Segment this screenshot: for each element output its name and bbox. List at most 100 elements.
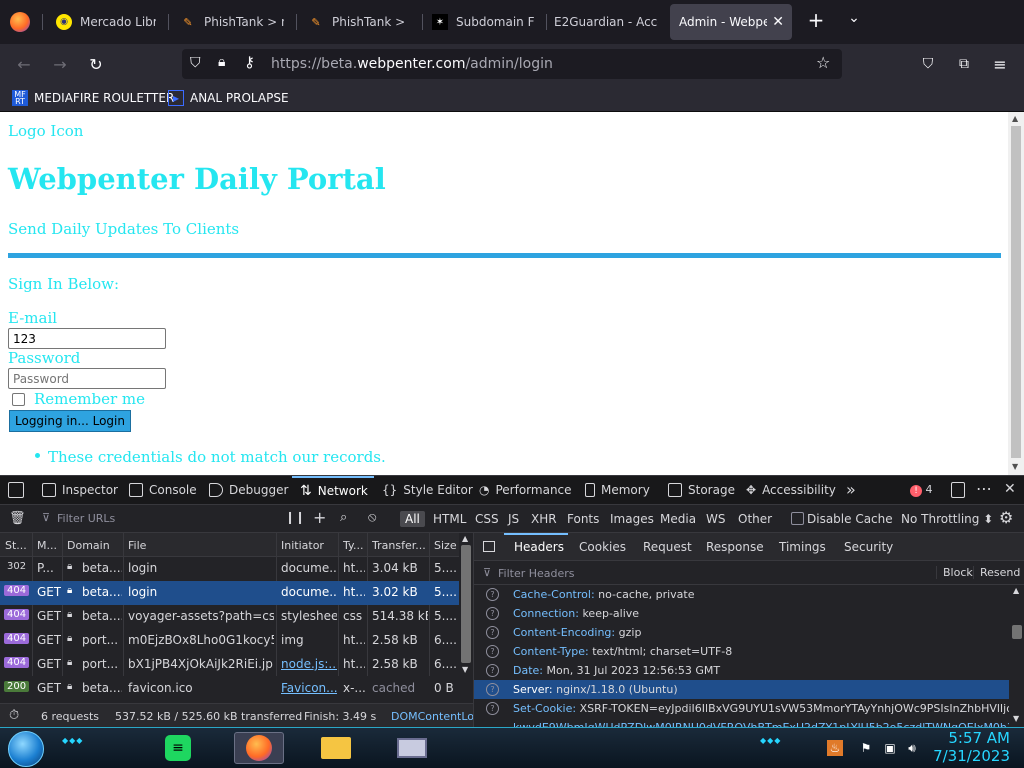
- header-row[interactable]: ? Content-Type: text/html; charset=UTF-8: [474, 642, 1009, 661]
- scroll-up-icon[interactable]: ▲: [1012, 114, 1018, 123]
- scroll-down-icon[interactable]: ▼: [1013, 714, 1019, 723]
- col-initiator[interactable]: Initiator: [281, 539, 324, 552]
- resend-button[interactable]: Resend: [973, 566, 1020, 579]
- col-size[interactable]: Size: [434, 539, 457, 552]
- help-icon[interactable]: ?: [486, 588, 499, 601]
- tab-request[interactable]: Request: [643, 540, 692, 554]
- filter-images[interactable]: Images: [605, 511, 659, 527]
- tab-console[interactable]: Console: [129, 483, 197, 497]
- filter-all[interactable]: All: [400, 511, 425, 527]
- bookmark-mediafire-rouletter[interactable]: MF RT MEDIAFIRE ROULETTER: [12, 90, 174, 106]
- java-tray-icon[interactable]: ♨: [827, 740, 843, 756]
- help-icon[interactable]: ?: [486, 664, 499, 677]
- help-icon[interactable]: ?: [486, 626, 499, 639]
- tab-security[interactable]: Security: [844, 540, 893, 554]
- help-icon[interactable]: ?: [486, 607, 499, 620]
- tab-inspector[interactable]: Inspector: [42, 483, 118, 497]
- action-center-flag-icon[interactable]: ⚑: [858, 740, 874, 756]
- tab-mercado-libre[interactable]: ◉ Mercado Libre: [46, 4, 166, 40]
- help-icon[interactable]: ?: [486, 702, 499, 715]
- tab-performance[interactable]: ◔ Performance: [479, 483, 572, 497]
- tab-debugger[interactable]: Debugger: [209, 483, 288, 497]
- filter-media[interactable]: Media: [655, 511, 701, 527]
- tab-phishtank-1[interactable]: ✎ PhishTank > n0: [170, 4, 294, 40]
- filter-ws[interactable]: WS: [701, 511, 730, 527]
- start-orb-icon[interactable]: [8, 731, 44, 767]
- col-transferred[interactable]: Transfer...: [372, 539, 428, 552]
- header-row[interactable]: ? Date: Mon, 31 Jul 2023 12:56:53 GMT: [474, 661, 1009, 680]
- help-icon[interactable]: ?: [486, 683, 499, 696]
- back-button[interactable]: ←: [12, 52, 36, 76]
- tracking-protection-shield-icon[interactable]: ⛉: [190, 55, 201, 71]
- throttling-select[interactable]: No Throttling ⬍: [901, 512, 993, 526]
- reload-button[interactable]: ↻: [84, 52, 108, 76]
- block-icon[interactable]: ⦸: [368, 510, 376, 525]
- tab-network[interactable]: ⇅ Network: [300, 483, 368, 499]
- cell-initiator[interactable]: Favicon...: [281, 681, 337, 695]
- devtools-menu-icon[interactable]: ⋯: [976, 479, 992, 498]
- header-row[interactable]: ? Content-Encoding: gzip: [474, 623, 1009, 642]
- page-scrollbar[interactable]: ▲ ▼: [1008, 112, 1024, 475]
- tab-storage[interactable]: Storage: [668, 483, 735, 497]
- file-explorer-icon[interactable]: [318, 732, 354, 764]
- table-row[interactable]: 404 GET 🔒︎ port... bX1jPB4XjOkAiJk2RiEi.jp no…: [0, 653, 459, 677]
- tab-memory[interactable]: Memory: [585, 483, 650, 497]
- col-status[interactable]: St...: [5, 539, 31, 552]
- headers-scrollbar-thumb[interactable]: [1012, 625, 1022, 639]
- filter-html[interactable]: HTML: [428, 511, 471, 527]
- volume-icon[interactable]: 🔊︎: [904, 740, 920, 756]
- trash-icon[interactable]: 🗑︎: [9, 511, 26, 526]
- firefox-menu-icon[interactable]: [10, 12, 30, 32]
- toggle-sidebar-icon[interactable]: [483, 541, 495, 552]
- tab-e2guardian[interactable]: E2Guardian - Acce: [544, 4, 668, 40]
- table-row[interactable]: 200 GET 🔒︎ beta.... favicon.ico Favicon... x-.…: [0, 677, 459, 701]
- password-field[interactable]: [8, 368, 166, 389]
- spotify-icon[interactable]: ≡: [160, 732, 196, 764]
- tab-accessibility[interactable]: ✥ Accessibility: [746, 483, 836, 497]
- tab-response[interactable]: Response: [706, 540, 764, 554]
- add-icon[interactable]: +: [313, 508, 326, 527]
- table-row[interactable]: 404 GET 🔒︎ beta.... voyager-assets?path=css/…: [0, 605, 459, 629]
- login-button[interactable]: Logging in... Login: [9, 410, 131, 432]
- hamburger-menu-icon[interactable]: ≡: [988, 52, 1012, 76]
- network-tray-icon[interactable]: ▣: [882, 740, 898, 756]
- error-count-badge[interactable]: ! 4: [910, 483, 933, 497]
- tab-style-editor[interactable]: {} Style Editor: [382, 483, 473, 497]
- tab-headers[interactable]: Headers: [514, 540, 564, 554]
- extensions-icon[interactable]: ⧉: [952, 52, 976, 76]
- col-file[interactable]: File: [128, 539, 146, 552]
- tab-subdomain-finder[interactable]: ✶ Subdomain Fin: [422, 4, 544, 40]
- window-icon[interactable]: [394, 732, 430, 764]
- scroll-up-icon[interactable]: ▲: [1013, 586, 1019, 595]
- pocket-icon[interactable]: ⛉: [916, 52, 940, 76]
- scroll-down-icon[interactable]: ▼: [462, 665, 468, 674]
- tab-timings[interactable]: Timings: [779, 540, 826, 554]
- block-button[interactable]: Block: [936, 566, 973, 579]
- firefox-taskbar-icon[interactable]: [234, 732, 284, 764]
- new-tab-button[interactable]: +: [804, 8, 828, 36]
- pause-icon[interactable]: ❙❙: [285, 510, 305, 524]
- table-row[interactable]: 302 P... 🔒︎ beta.... login docume... ht... 3.04…: [0, 557, 459, 581]
- filter-fonts[interactable]: Fonts: [562, 511, 604, 527]
- search-icon[interactable]: ⌕: [340, 510, 347, 525]
- network-table-scrollbar[interactable]: ▲ ▼: [459, 533, 473, 676]
- remember-me-checkbox[interactable]: [12, 393, 25, 406]
- permissions-key-icon[interactable]: ⚷: [244, 53, 255, 71]
- responsive-design-icon[interactable]: [951, 482, 965, 498]
- header-row[interactable]: ? Server: nginx/1.18.0 (Ubuntu): [474, 680, 1009, 699]
- page-scrollbar-thumb[interactable]: [1011, 126, 1021, 458]
- filter-headers-input[interactable]: Filter Headers: [498, 567, 575, 580]
- cell-initiator[interactable]: node.js:...: [281, 657, 337, 671]
- system-clock[interactable]: 5:57 AM 7/31/2023: [933, 729, 1010, 765]
- url-bar[interactable]: ⛉ 🔒︎ ⚷ https://beta.webpenter.com/admin/…: [182, 49, 842, 79]
- col-type[interactable]: Ty...: [343, 539, 365, 552]
- table-row[interactable]: 404 GET 🔒︎ port... m0EjzBOx8Lho0G1kocy5.png i…: [0, 629, 459, 653]
- tab-phishtank-2[interactable]: ✎ PhishTank > n0: [298, 4, 420, 40]
- tab-close-icon[interactable]: ✕: [772, 14, 784, 30]
- tab-cookies[interactable]: Cookies: [579, 540, 626, 554]
- lock-icon[interactable]: 🔒︎: [218, 54, 225, 70]
- filter-css[interactable]: CSS: [470, 511, 504, 527]
- list-all-tabs-icon[interactable]: ⌄: [844, 10, 864, 30]
- disable-cache-checkbox[interactable]: [791, 512, 804, 525]
- network-scrollbar-thumb[interactable]: [461, 545, 471, 663]
